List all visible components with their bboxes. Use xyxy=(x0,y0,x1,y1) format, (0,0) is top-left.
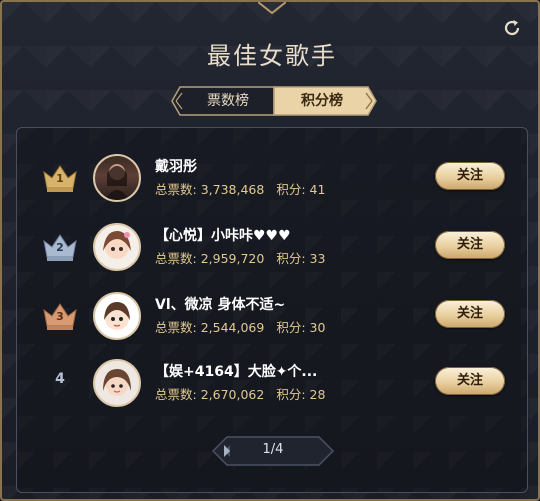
point-count: 33 xyxy=(309,251,326,266)
list-item: 4 【娱+4164】大脸✦个... 总票数: 2,670,062 积分: 28 关… xyxy=(17,353,529,413)
list-item: 2 【心悦】小咔咔♥♥♥ 总票数: 2,959,720 积分: 33 关注 xyxy=(17,217,529,277)
avatar[interactable] xyxy=(93,154,141,202)
user-name[interactable]: 【心悦】小咔咔♥♥♥ xyxy=(155,225,291,245)
vote-count: 2,544,069 xyxy=(200,320,265,335)
follow-button[interactable]: 关注 xyxy=(435,231,505,259)
user-stats: 总票数: 2,544,069 积分: 30 xyxy=(155,320,326,335)
leaderboard-panel: 最佳女歌手 票数榜 积分榜 1 戴羽彤 总票数: 3,738,468 积分: 41 xyxy=(0,0,540,501)
vote-count: 2,670,062 xyxy=(200,387,265,402)
avatar[interactable] xyxy=(93,223,141,271)
pagination: 1/4 xyxy=(211,435,335,467)
point-count: 41 xyxy=(309,182,326,197)
user-stats: 总票数: 2,959,720 积分: 33 xyxy=(155,251,326,266)
page-indicator: 1/4 xyxy=(262,442,284,457)
list-item: 1 戴羽彤 总票数: 3,738,468 积分: 41 关注 xyxy=(17,148,529,208)
follow-button[interactable]: 关注 xyxy=(435,300,505,328)
top-notch-ornament xyxy=(258,2,286,14)
vote-count: 3,738,468 xyxy=(200,182,265,197)
user-name[interactable]: 戴羽彤 xyxy=(155,156,197,176)
rank-number: 3 xyxy=(56,310,64,323)
tab-points[interactable]: 积分榜 xyxy=(274,86,370,116)
user-name[interactable]: Vl、微凉 身体不适~ xyxy=(155,294,285,314)
point-count: 30 xyxy=(309,320,326,335)
tab-votes[interactable]: 票数榜 xyxy=(180,86,276,116)
list-item: 3 Vl、微凉 身体不适~ 总票数: 2,544,069 积分: 30 关注 xyxy=(17,286,529,346)
point-count: 28 xyxy=(309,387,326,402)
user-stats: 总票数: 2,670,062 积分: 28 xyxy=(155,387,326,402)
avatar[interactable] xyxy=(93,359,141,407)
avatar[interactable] xyxy=(93,292,141,340)
follow-button[interactable]: 关注 xyxy=(435,367,505,395)
rank-number: 2 xyxy=(56,241,64,254)
next-page-icon[interactable] xyxy=(211,435,243,467)
page-title: 最佳女歌手 xyxy=(207,42,337,70)
rank-number: 4 xyxy=(55,371,65,387)
vote-count: 2,959,720 xyxy=(200,251,265,266)
rank-tabs: 票数榜 积分榜 xyxy=(170,86,378,116)
user-stats: 总票数: 3,738,468 积分: 41 xyxy=(155,182,326,197)
follow-button[interactable]: 关注 xyxy=(435,162,505,190)
rank-number: 1 xyxy=(56,172,64,185)
user-name[interactable]: 【娱+4164】大脸✦个... xyxy=(155,361,317,381)
